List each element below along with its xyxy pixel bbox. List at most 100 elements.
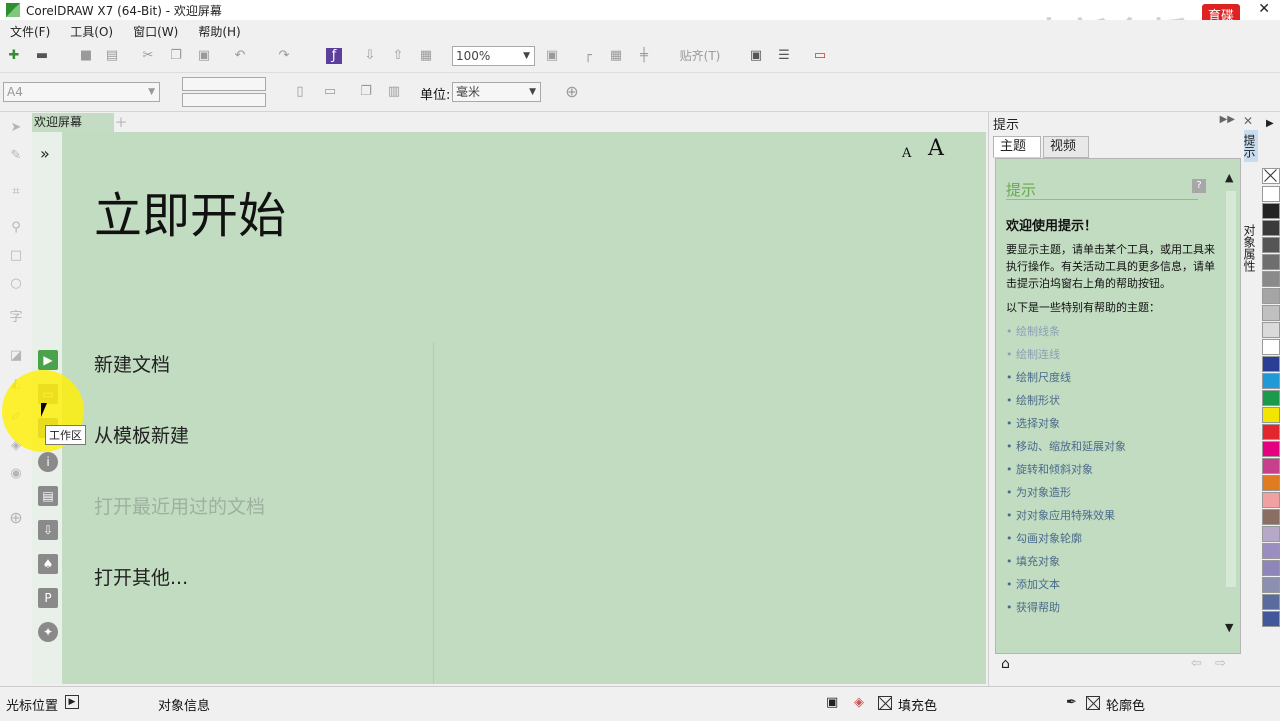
fill-color-label[interactable]: 填充色 (898, 695, 937, 714)
zoom-select[interactable]: 100% ▼ (452, 46, 535, 66)
menu-help[interactable]: 帮助(H) (188, 23, 250, 40)
color-swatch[interactable] (1262, 407, 1280, 423)
rectangle-tool-icon[interactable]: □ (6, 246, 26, 266)
snap-to-menu[interactable]: 贴齐(T) (672, 48, 728, 64)
crop-tool-icon[interactable]: ⌗ (6, 182, 26, 202)
import-icon[interactable]: ⇩ (362, 48, 378, 64)
options-icon[interactable]: ☰ (776, 48, 792, 64)
new-document-icon[interactable]: ✚ (6, 48, 22, 64)
new-from-template-link[interactable]: 从模板新建 (94, 421, 189, 448)
save-icon[interactable]: ■ (78, 48, 94, 64)
color-swatch[interactable] (1262, 390, 1280, 406)
color-proof-icon[interactable]: ▣ (826, 695, 838, 710)
color-swatch[interactable] (1262, 305, 1280, 321)
color-swatch[interactable] (1262, 339, 1280, 355)
smart-fill-icon[interactable]: ◉ (6, 464, 26, 484)
color-swatch[interactable] (1262, 424, 1280, 440)
hint-link[interactable]: • 绘制连线 (1006, 346, 1060, 362)
get-started-icon[interactable]: ▶ (38, 350, 58, 370)
home-icon[interactable]: ⌂ (1001, 656, 1010, 672)
color-swatch[interactable] (1262, 543, 1280, 559)
font-size-large-button[interactable]: A (928, 136, 944, 161)
guidelines-icon[interactable]: ╪ (636, 48, 652, 64)
add-plus-icon[interactable]: ⊕ (564, 84, 580, 100)
menu-window[interactable]: 窗口(W) (123, 23, 188, 40)
open-other-link[interactable]: 打开其他... (94, 563, 188, 590)
page-width-field[interactable] (182, 77, 266, 91)
back-icon[interactable]: ⇦ (1191, 656, 1202, 671)
hint-link[interactable]: • 旋转和倾斜对象 (1006, 461, 1093, 477)
zoom-tool-icon[interactable]: ⚲ (6, 218, 26, 238)
current-page-icon[interactable]: ▥ (386, 84, 402, 100)
color-swatch[interactable] (1262, 220, 1280, 236)
color-swatch[interactable] (1262, 611, 1280, 627)
page-size-select[interactable]: A4 ▼ (3, 82, 160, 102)
menu-tools[interactable]: 工具(O) (60, 23, 123, 40)
color-swatch[interactable] (1262, 322, 1280, 338)
hint-link[interactable]: • 绘制形状 (1006, 392, 1060, 408)
palette-expand-icon[interactable]: ▶ (1266, 118, 1274, 129)
tab-topics[interactable]: 主题 (993, 136, 1041, 158)
open-recent-link[interactable]: 打开最近用过的文档 (94, 492, 265, 519)
color-swatch[interactable] (1262, 458, 1280, 474)
hint-link[interactable]: • 绘制线条 (1006, 323, 1060, 339)
hint-link[interactable]: • 绘制尺度线 (1006, 369, 1071, 385)
undo-icon[interactable]: ↶ (232, 48, 248, 64)
color-swatch[interactable] (1262, 203, 1280, 219)
color-swatch[interactable] (1262, 492, 1280, 508)
video-icon[interactable]: ▤ (38, 486, 58, 506)
open-folder-icon[interactable]: ▬ (34, 48, 50, 64)
docker-close-icon[interactable]: ✕ (1243, 114, 1253, 128)
redo-icon[interactable]: ↷ (276, 48, 292, 64)
launch-app-icon[interactable]: ▭ (812, 48, 828, 64)
expand-icon[interactable]: » (40, 144, 50, 163)
new-document-link[interactable]: 新建文档 (94, 350, 170, 377)
download-icon[interactable]: ⇩ (38, 520, 58, 540)
welcome-screen-icon[interactable]: ▣ (748, 48, 764, 64)
outline-color-label[interactable]: 轮廓色 (1106, 695, 1145, 714)
publish-pdf-icon[interactable]: ▦ (418, 48, 434, 64)
portrait-icon[interactable]: ▯ (292, 84, 308, 100)
color-swatch[interactable] (1262, 373, 1280, 389)
hint-link[interactable]: • 移动、缩放和延展对象 (1006, 438, 1126, 454)
hint-link[interactable]: • 添加文本 (1006, 576, 1060, 592)
color-swatch[interactable] (1262, 254, 1280, 270)
help-icon[interactable]: ? (1192, 179, 1206, 193)
hints-scrollbar[interactable]: ▲ ▼ (1224, 169, 1238, 639)
text-tool-icon[interactable]: 字 (6, 308, 26, 328)
color-swatch[interactable] (1262, 237, 1280, 253)
color-swatch[interactable] (1262, 288, 1280, 304)
page-height-field[interactable] (182, 93, 266, 107)
color-swatch[interactable] (1262, 509, 1280, 525)
side-tab-object-properties[interactable]: 对象属性 (1242, 222, 1258, 274)
hint-link[interactable]: • 对对象应用特殊效果 (1006, 507, 1115, 523)
cut-icon[interactable]: ✂ (140, 48, 156, 64)
unit-select[interactable]: 毫米 ▼ (452, 82, 541, 102)
premium-icon[interactable]: P (38, 588, 58, 608)
full-screen-icon[interactable]: ▣ (544, 48, 560, 64)
export-icon[interactable]: ⇧ (390, 48, 406, 64)
copy-icon[interactable]: ❐ (168, 48, 184, 64)
forward-icon[interactable]: ⇨ (1215, 656, 1226, 671)
gallery-icon[interactable]: ♠ (38, 554, 58, 574)
pick-tool-icon[interactable]: ➤ (6, 118, 26, 138)
color-swatch[interactable] (1262, 356, 1280, 372)
corel-connect-icon[interactable]: ƒ (326, 48, 342, 64)
add-tool-icon[interactable]: ⊕ (6, 508, 26, 528)
color-swatch[interactable] (1262, 186, 1280, 202)
color-swatch[interactable] (1262, 594, 1280, 610)
tab-welcome-screen[interactable]: 欢迎屏幕 (32, 113, 114, 132)
color-swatch[interactable] (1262, 271, 1280, 287)
grid-icon[interactable]: ▦ (608, 48, 624, 64)
tab-videos[interactable]: 视频 (1043, 136, 1089, 158)
compass-icon[interactable]: ✦ (38, 622, 58, 642)
color-swatch[interactable] (1262, 441, 1280, 457)
shape-tool-icon[interactable]: ✎ (6, 146, 26, 166)
docker-expand-icon[interactable]: ▶▶ (1220, 114, 1235, 125)
color-swatch[interactable] (1262, 526, 1280, 542)
print-icon[interactable]: ▤ (104, 48, 120, 64)
add-tab-icon[interactable]: + (112, 113, 130, 132)
hint-link[interactable]: • 为对象造形 (1006, 484, 1071, 500)
landscape-icon[interactable]: ▭ (322, 84, 338, 100)
color-swatch[interactable] (1262, 560, 1280, 576)
